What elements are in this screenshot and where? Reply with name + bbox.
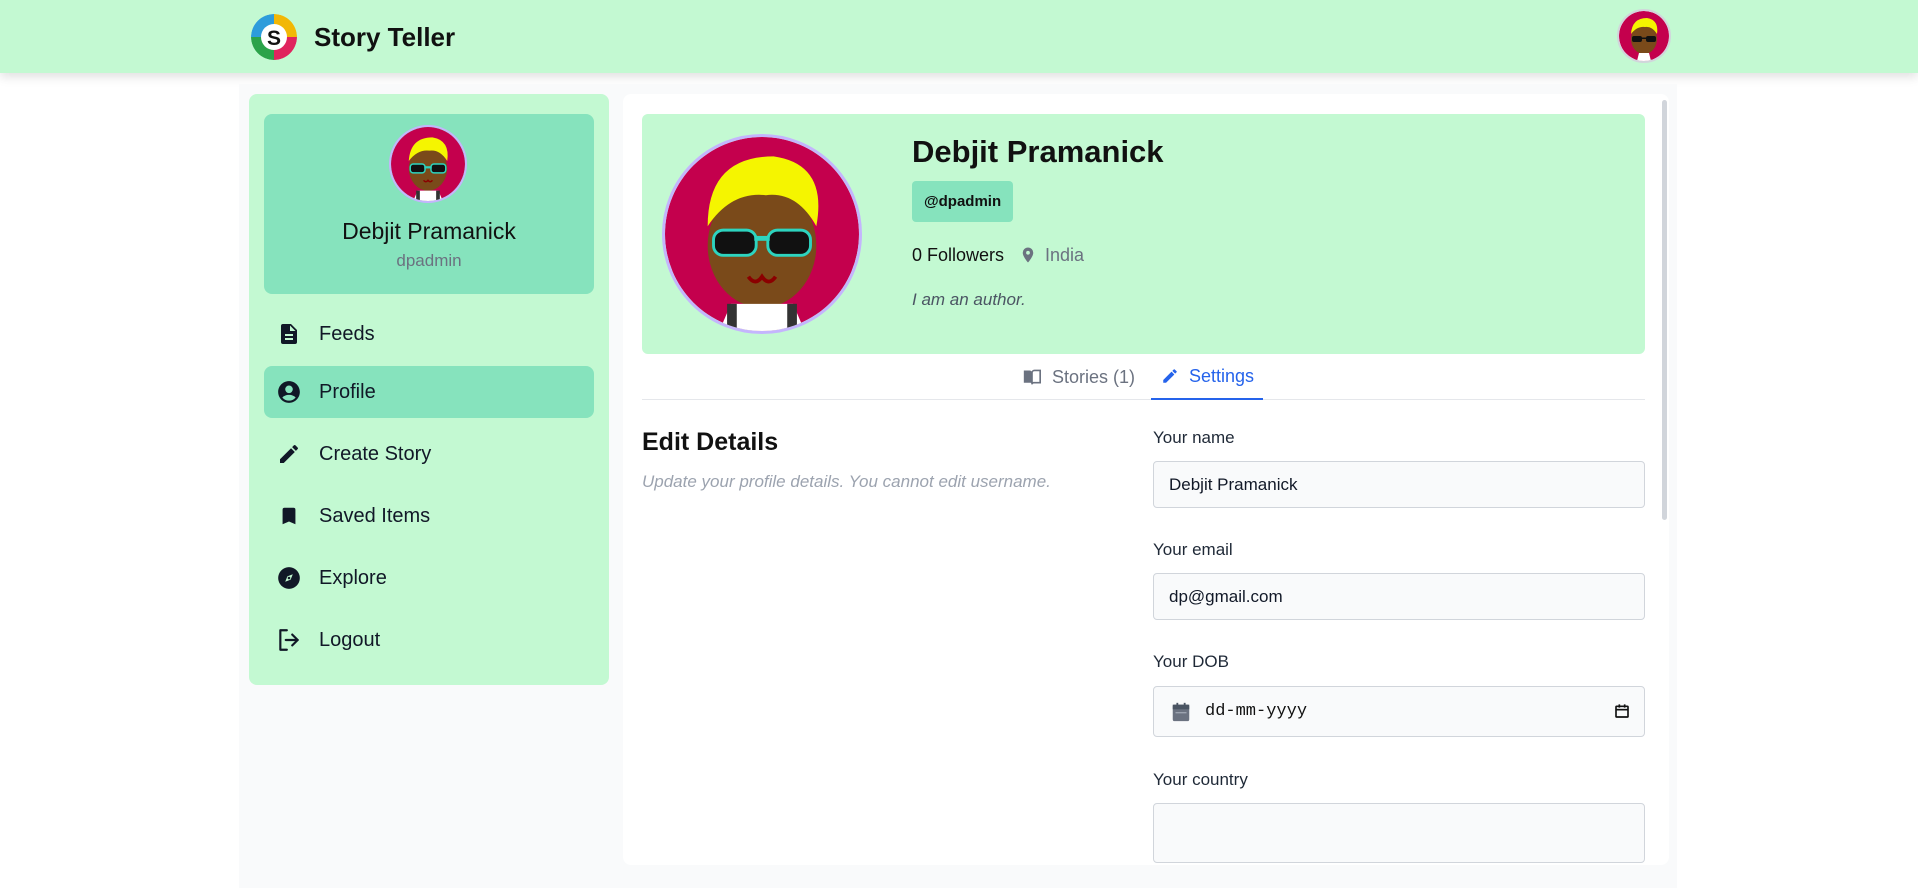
avatar bbox=[389, 125, 467, 203]
bookmark-icon bbox=[275, 502, 303, 530]
profile-main-panel: Debjit Pramanick @dpadmin 0 Followers In… bbox=[623, 94, 1669, 865]
date-picker-icon[interactable] bbox=[1614, 703, 1630, 724]
tab-label: Settings bbox=[1189, 365, 1255, 386]
name-label: Your name bbox=[1153, 428, 1235, 447]
email-label: Your email bbox=[1153, 540, 1233, 559]
calendar-icon bbox=[1170, 700, 1192, 729]
sidebar-item-explore[interactable]: Explore bbox=[264, 552, 594, 604]
sidebar-item-label: Create Story bbox=[319, 442, 432, 465]
dob-field[interactable]: dd-mm-yyyy bbox=[1153, 686, 1645, 737]
pencil-icon bbox=[275, 440, 303, 468]
followers-count[interactable]: 0 Followers bbox=[912, 245, 1004, 266]
sidebar-item-label: Explore bbox=[319, 566, 387, 589]
sidebar-user-name: Debjit Pramanick bbox=[342, 218, 516, 244]
pencil-icon bbox=[1163, 369, 1177, 383]
sidebar-item-label: Feeds bbox=[319, 322, 375, 345]
profile-name: Debjit Pramanick bbox=[912, 134, 1164, 169]
tab-stories[interactable]: Stories (1) bbox=[1022, 354, 1135, 400]
section-title: Edit Details bbox=[642, 428, 779, 456]
profile-header-card: Debjit Pramanick @dpadmin 0 Followers In… bbox=[642, 114, 1645, 354]
tab-settings[interactable]: Settings bbox=[1151, 354, 1263, 400]
sidebar-item-create-story[interactable]: Create Story bbox=[264, 428, 594, 480]
profile-avatar bbox=[662, 134, 862, 334]
book-open-icon bbox=[1023, 369, 1041, 385]
account-circle-icon bbox=[275, 378, 303, 406]
profile-location: India bbox=[1045, 245, 1085, 265]
svg-text:S: S bbox=[267, 27, 281, 50]
sidebar-item-profile[interactable]: Profile bbox=[264, 366, 594, 418]
location-pin-icon bbox=[1019, 245, 1037, 265]
sidebar-item-label: Logout bbox=[319, 628, 381, 651]
app-logo-icon[interactable]: S bbox=[251, 14, 297, 60]
sidebar-item-label: Saved Items bbox=[319, 504, 431, 527]
profile-bio: I am an author. bbox=[912, 290, 1026, 309]
app-title[interactable]: Story Teller bbox=[314, 22, 455, 53]
section-description: Update your profile details. You cannot … bbox=[642, 472, 1051, 491]
sidebar-item-feeds[interactable]: Feeds bbox=[264, 308, 594, 360]
country-label: Your country bbox=[1153, 770, 1248, 789]
logout-icon bbox=[275, 626, 303, 654]
email-field[interactable] bbox=[1153, 573, 1645, 620]
name-field[interactable] bbox=[1153, 461, 1645, 508]
profile-tabs: Stories (1) Settings bbox=[642, 354, 1645, 400]
sidebar-item-saved-items[interactable]: Saved Items bbox=[264, 490, 594, 542]
sidebar-username: dpadmin bbox=[396, 251, 462, 270]
username-badge: @dpadmin bbox=[912, 181, 1014, 222]
scrollbar[interactable] bbox=[1662, 100, 1667, 520]
country-field[interactable] bbox=[1153, 803, 1645, 863]
top-navbar: S Story Teller bbox=[0, 0, 1918, 73]
sidebar: Debjit Pramanick dpadmin Feeds Profile C… bbox=[249, 94, 609, 685]
user-avatar-menu[interactable] bbox=[1617, 9, 1671, 63]
dob-placeholder: dd-mm-yyyy bbox=[1205, 702, 1308, 721]
sidebar-item-label: Profile bbox=[319, 380, 376, 403]
tab-label: Stories (1) bbox=[1052, 366, 1136, 387]
sidebar-item-logout[interactable]: Logout bbox=[264, 614, 594, 666]
compass-icon bbox=[275, 564, 303, 592]
sidebar-user-card[interactable]: Debjit Pramanick dpadmin bbox=[264, 114, 594, 294]
document-icon bbox=[275, 320, 303, 348]
dob-label: Your DOB bbox=[1153, 652, 1229, 671]
